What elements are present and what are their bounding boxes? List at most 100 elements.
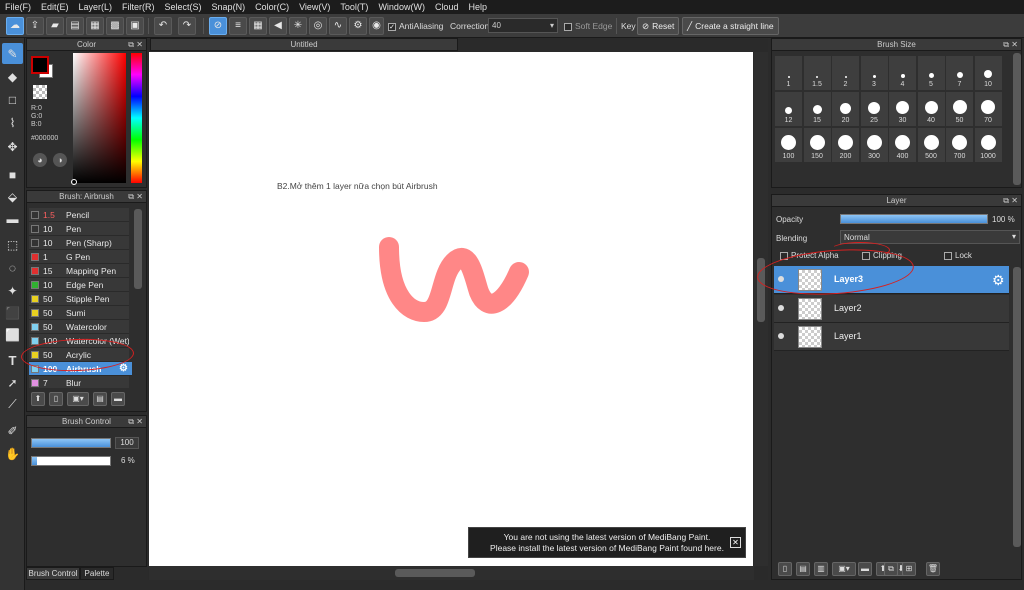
menu-edit[interactable]: Edit(E): [36, 0, 74, 14]
undo-icon[interactable]: ↶: [154, 17, 172, 35]
brush-size-option[interactable]: 700: [946, 128, 973, 162]
dot-tool-icon[interactable]: □: [2, 89, 23, 110]
vertical-scrollbar[interactable]: [754, 52, 768, 566]
layer-row[interactable]: Layer2: [774, 294, 1009, 323]
brush-item[interactable]: 1 G Pen: [29, 250, 129, 264]
correction-select[interactable]: 40 ▾: [488, 18, 558, 33]
new-file-icon[interactable]: ▤: [66, 17, 84, 35]
menu-tool[interactable]: Tool(T): [335, 0, 373, 14]
undock-icon[interactable]: ⧉: [128, 191, 134, 203]
select-pen-tool-icon[interactable]: ⬛: [2, 302, 23, 323]
layer-row[interactable]: Layer1: [774, 323, 1009, 351]
save-icon[interactable]: ▦: [86, 17, 104, 35]
brush-size-scrollbar[interactable]: [1013, 53, 1021, 185]
snap-vanishing-icon[interactable]: ◀: [269, 17, 287, 35]
menu-layer[interactable]: Layer(L): [74, 0, 118, 14]
brush-size-option[interactable]: 100: [775, 128, 802, 162]
size-slider[interactable]: [31, 438, 111, 448]
brush-size-option[interactable]: 300: [860, 128, 888, 162]
add-brush-icon[interactable]: ⬆: [31, 392, 45, 406]
snap-off-icon[interactable]: ⊘: [209, 17, 227, 35]
visibility-eye-icon[interactable]: [778, 304, 784, 311]
transparent-color-swatch[interactable]: [33, 85, 47, 99]
brush-size-option[interactable]: 200: [832, 128, 859, 162]
close-icon[interactable]: ✕: [1011, 195, 1018, 207]
brush-item[interactable]: 50 Sumi: [29, 306, 129, 320]
brush-list-scrollbar[interactable]: [134, 209, 142, 289]
operation-tool-icon[interactable]: ➚: [2, 372, 23, 393]
bucket-tool-icon[interactable]: ⬙: [2, 186, 23, 207]
divide-tool-icon[interactable]: ⟋: [2, 394, 23, 415]
document-tab[interactable]: Untitled: [150, 38, 458, 51]
hue-slider[interactable]: [131, 53, 142, 183]
brush-size-option[interactable]: 400: [889, 128, 916, 162]
brush-menu-icon[interactable]: ▣▾: [67, 392, 89, 406]
brush-size-option[interactable]: 70: [974, 92, 1002, 126]
brush-size-option[interactable]: 2: [832, 56, 859, 90]
brush-size-option[interactable]: 150: [803, 128, 831, 162]
brush-item[interactable]: 50 Stipple Pen: [29, 292, 129, 306]
new-brush-icon[interactable]: ▯: [49, 392, 63, 406]
comment-icon[interactable]: ▰: [46, 17, 64, 35]
brush-item[interactable]: 7 Blur: [29, 376, 129, 388]
snap-radial-icon[interactable]: ✳: [289, 17, 307, 35]
opacity-slider[interactable]: [31, 456, 111, 466]
fill-shape-tool-icon[interactable]: ■: [2, 164, 23, 185]
snap-crisscross-icon[interactable]: ▦: [249, 17, 267, 35]
brush-size-option[interactable]: 15: [803, 92, 831, 126]
antialias-checkbox[interactable]: ✓: [388, 22, 396, 31]
brush-size-option[interactable]: 1000: [974, 128, 1002, 162]
saturation-value-picker[interactable]: [73, 53, 126, 183]
duplicate-layer-icon[interactable]: ⧉: [884, 562, 898, 576]
tab-brush-control[interactable]: Brush Control: [26, 567, 80, 580]
brush-size-option[interactable]: 500: [917, 128, 945, 162]
brush-item[interactable]: 50 Watercolor: [29, 320, 129, 334]
menu-help[interactable]: Help: [463, 0, 492, 14]
new-layer-icon[interactable]: ▯: [778, 562, 792, 576]
undock-icon[interactable]: ⧉: [1003, 195, 1009, 207]
brush-settings-icon[interactable]: ▤: [93, 392, 107, 406]
lasso-tool-icon[interactable]: ◌: [2, 257, 23, 278]
hand-tool-icon[interactable]: ✋: [2, 443, 23, 464]
close-icon[interactable]: ✕: [136, 191, 143, 203]
eraser-tool-icon[interactable]: ◆: [2, 66, 23, 87]
brush-item[interactable]: 15 Mapping Pen: [29, 264, 129, 278]
reset-button[interactable]: ⊘ Reset: [637, 17, 680, 35]
brush-size-option[interactable]: 1: [775, 56, 802, 90]
snap-settings-icon[interactable]: ⚙: [349, 17, 367, 35]
merge-layer-icon[interactable]: ⊞: [902, 562, 916, 576]
tab-palette[interactable]: Palette: [80, 567, 114, 580]
text-tool-icon[interactable]: T: [2, 350, 23, 371]
menu-snap[interactable]: Snap(N): [207, 0, 251, 14]
brush-tool-icon[interactable]: ✎: [2, 43, 23, 64]
cloud-icon[interactable]: ☁: [6, 17, 24, 35]
close-icon[interactable]: ✕: [1011, 39, 1018, 51]
curve-tool-icon[interactable]: ⌇: [2, 112, 23, 133]
brush-size-option[interactable]: 1.5: [803, 56, 831, 90]
layer-folder-icon[interactable]: ▬: [858, 562, 872, 576]
brush-item[interactable]: 10 Pen (Sharp): [29, 236, 129, 250]
brush-size-option[interactable]: 4: [889, 56, 916, 90]
move-tool-icon[interactable]: ✥: [2, 136, 23, 157]
delete-layer-icon[interactable]: 🗑: [926, 562, 940, 576]
color-picker-cursor[interactable]: [71, 179, 77, 185]
close-icon[interactable]: ✕: [136, 39, 143, 51]
menu-cloud[interactable]: Cloud: [430, 0, 464, 14]
horizontal-scroll-thumb[interactable]: [395, 569, 475, 577]
layer-settings-gear-icon[interactable]: ⚙: [992, 272, 1005, 289]
undock-icon[interactable]: ⧉: [128, 39, 134, 51]
brush-size-option[interactable]: 20: [832, 92, 859, 126]
layer-menu-icon[interactable]: ▣▾: [832, 562, 856, 576]
brush-folder-icon[interactable]: ▬: [111, 392, 125, 406]
new-8bit-layer-icon[interactable]: ▥: [814, 562, 828, 576]
select-eraser-tool-icon[interactable]: ⬜: [2, 324, 23, 345]
menu-window[interactable]: Window(W): [373, 0, 430, 14]
brush-item[interactable]: 10 Pen: [29, 222, 129, 236]
brush-size-option[interactable]: 12: [775, 92, 802, 126]
brush-size-option[interactable]: 10: [974, 56, 1002, 90]
magic-wand-tool-icon[interactable]: ✦: [2, 280, 23, 301]
menu-select[interactable]: Select(S): [160, 0, 207, 14]
color-settings-icon[interactable]: ◑: [53, 153, 67, 167]
redo-icon[interactable]: ↷: [178, 17, 196, 35]
lock-option[interactable]: Lock: [944, 251, 972, 260]
